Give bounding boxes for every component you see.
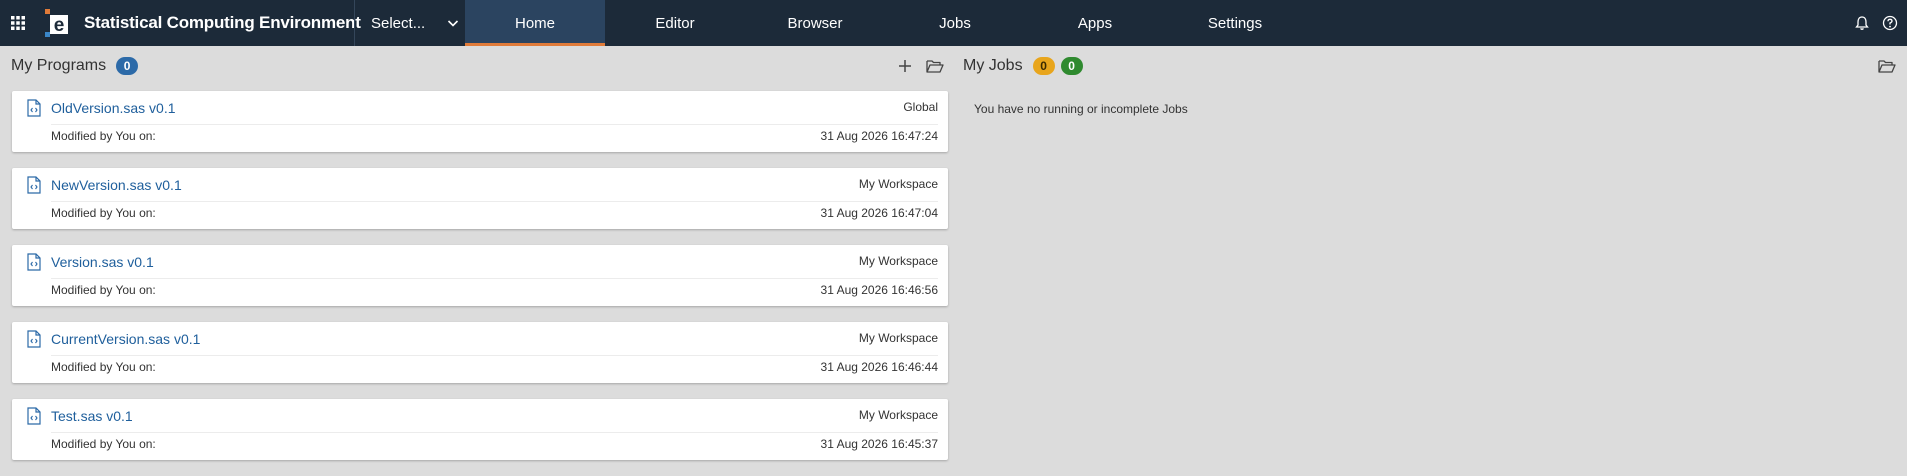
program-location: My Workspace (858, 408, 938, 422)
programs-count-badge: 0 (116, 57, 139, 75)
context-select-label: Select... (371, 14, 426, 32)
program-name-link[interactable]: Test.sas v0.1 (51, 408, 133, 424)
program-location: Global (903, 100, 938, 114)
tab-browser[interactable]: Browser (745, 0, 885, 46)
tab-settings[interactable]: Settings (1165, 0, 1305, 46)
modified-label: Modified by You on: (51, 360, 156, 374)
bell-icon[interactable] (1853, 14, 1871, 32)
context-select[interactable]: Select... (355, 0, 465, 46)
help-icon[interactable] (1881, 14, 1899, 32)
card-divider (51, 432, 938, 433)
program-name-link[interactable]: NewVersion.sas v0.1 (51, 177, 182, 193)
card-divider (51, 124, 938, 125)
app-logo-icon: e (42, 0, 72, 46)
programs-title: My Programs (11, 57, 107, 74)
program-card[interactable]: NewVersion.sas v0.1 My Workspace Modifie… (12, 168, 948, 229)
modified-date: 31 Aug 2026 16:47:24 (820, 129, 938, 143)
code-file-icon (27, 99, 41, 117)
code-file-icon (27, 330, 41, 348)
program-location: My Workspace (858, 254, 938, 268)
jobs-title: My Jobs (963, 57, 1023, 74)
program-location: My Workspace (858, 331, 938, 345)
card-divider (51, 201, 938, 202)
jobs-actions (1878, 54, 1896, 78)
jobs-empty-message: You have no running or incomplete Jobs (974, 102, 1188, 116)
svg-text:e: e (54, 15, 65, 36)
top-bar: e Statistical Computing Environment Sele… (0, 0, 1907, 46)
folder-open-icon[interactable] (1878, 57, 1896, 75)
program-card[interactable]: Test.sas v0.1 My Workspace Modified by Y… (12, 399, 948, 460)
modified-label: Modified by You on: (51, 206, 156, 220)
modified-date: 31 Aug 2026 16:45:37 (820, 437, 938, 451)
code-file-icon (27, 407, 41, 425)
folder-open-icon[interactable] (926, 57, 944, 75)
jobs-header: My Jobs 0 0 (963, 54, 1083, 78)
tab-apps[interactable]: Apps (1025, 0, 1165, 46)
program-card[interactable]: Version.sas v0.1 My Workspace Modified b… (12, 245, 948, 306)
modified-date: 31 Aug 2026 16:47:04 (820, 206, 938, 220)
code-file-icon (27, 253, 41, 271)
program-card[interactable]: OldVersion.sas v0.1 Global Modified by Y… (12, 91, 948, 152)
chevron-down-icon (448, 20, 459, 27)
modified-label: Modified by You on: (51, 129, 156, 143)
tab-editor[interactable]: Editor (605, 0, 745, 46)
modified-date: 31 Aug 2026 16:46:44 (820, 360, 938, 374)
header-actions (1853, 0, 1907, 46)
programs-actions (896, 54, 944, 78)
jobs-running-badge: 0 (1032, 57, 1055, 75)
card-divider (51, 355, 938, 356)
tab-jobs[interactable]: Jobs (885, 0, 1025, 46)
program-location: My Workspace (858, 177, 938, 191)
modified-label: Modified by You on: (51, 437, 156, 451)
modified-date: 31 Aug 2026 16:46:56 (820, 283, 938, 297)
programs-list: OldVersion.sas v0.1 Global Modified by Y… (12, 91, 948, 476)
program-name-link[interactable]: CurrentVersion.sas v0.1 (51, 331, 200, 347)
program-card[interactable]: CurrentVersion.sas v0.1 My Workspace Mod… (12, 322, 948, 383)
program-name-link[interactable]: OldVersion.sas v0.1 (51, 100, 176, 116)
program-name-link[interactable]: Version.sas v0.1 (51, 254, 154, 270)
tab-home[interactable]: Home (465, 0, 605, 46)
programs-header: My Programs 0 (11, 54, 139, 78)
jobs-complete-badge: 0 (1060, 57, 1083, 75)
modified-label: Modified by You on: (51, 283, 156, 297)
app-grid-icon[interactable] (0, 0, 36, 46)
plus-icon[interactable] (896, 57, 914, 75)
code-file-icon (27, 176, 41, 194)
app-title: Statistical Computing Environment (84, 13, 361, 32)
main-nav: Home Editor Browser Jobs Apps Settings (465, 0, 1305, 46)
card-divider (51, 278, 938, 279)
